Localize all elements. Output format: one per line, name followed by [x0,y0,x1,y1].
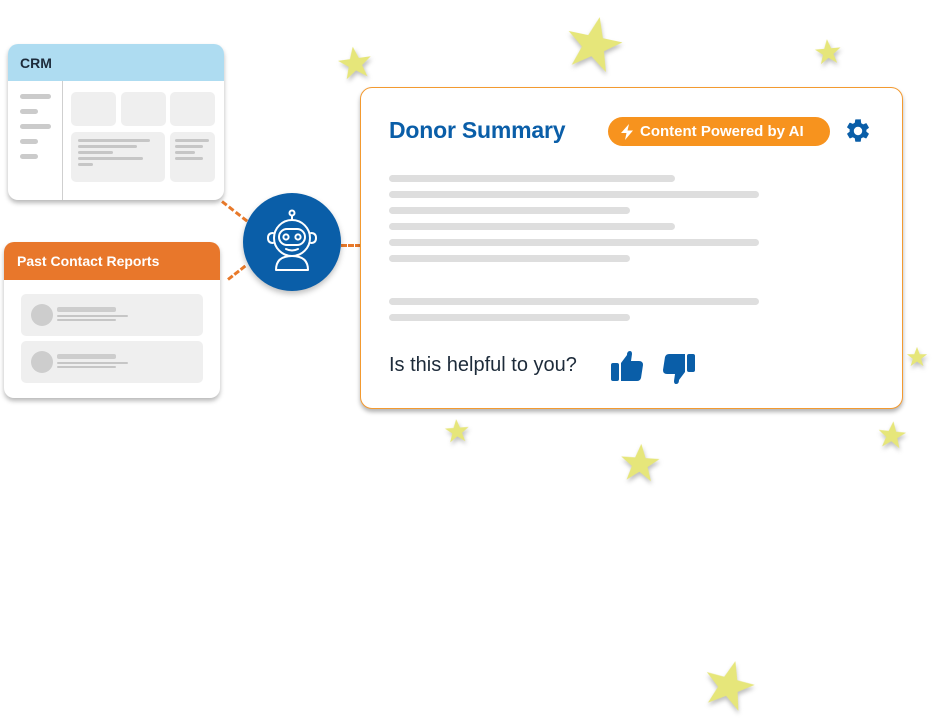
star-icon [696,652,762,718]
star-icon [906,346,928,368]
star-icon [557,8,630,80]
summary-text-placeholder [389,314,630,321]
report-item [21,341,203,383]
donor-summary-card: Donor Summary Content Powered by AI Is t… [360,87,903,409]
summary-text-placeholder [389,207,630,214]
star-icon [813,37,843,67]
summary-text-placeholder [389,191,759,198]
sidebar-placeholder [20,139,38,144]
thumbs-down-button[interactable] [662,353,696,385]
star-icon [876,419,909,452]
sidebar-placeholder [20,94,51,99]
summary-text-placeholder [389,255,630,262]
avatar [31,304,53,326]
avatar [31,351,53,373]
report-item [21,294,203,336]
settings-button[interactable] [844,117,872,145]
sidebar-placeholder [20,109,38,114]
sidebar-placeholder [20,154,38,159]
connector-crm-robot [221,200,249,223]
thumbs-down-icon [663,354,695,384]
crm-card: CRM [8,44,224,200]
star-icon [617,441,664,486]
ai-robot-badge [243,193,341,291]
past-contact-reports-card: Past Contact Reports [4,242,220,398]
crm-sidebar [8,81,63,200]
summary-text-placeholder [389,298,759,305]
reports-title: Past Contact Reports [4,242,220,280]
connector-robot-summary [341,244,361,247]
crm-tile [71,92,116,126]
crm-body [8,81,224,200]
star-icon [335,43,376,84]
summary-text-placeholder [389,239,759,246]
sidebar-placeholder [20,124,51,129]
crm-tile [121,92,166,126]
crm-title: CRM [8,44,224,81]
gear-icon [847,119,869,142]
summary-text-placeholder [389,175,675,182]
summary-text-placeholder [389,223,675,230]
crm-tile [170,92,215,126]
ai-badge-label: Content Powered by AI [640,123,804,140]
thumbs-up-icon [611,351,643,381]
robot-icon [267,209,317,271]
connector-reports-robot [227,264,247,281]
ai-content-badge: Content Powered by AI [608,117,830,146]
page-title: Donor Summary [389,117,566,143]
star-icon [443,417,471,445]
crm-detail-tile [170,132,215,182]
thumbs-up-button[interactable] [610,350,644,382]
crm-detail-tile [71,132,165,182]
feedback-question: Is this helpful to you? [389,354,577,376]
lightning-icon [621,123,633,140]
